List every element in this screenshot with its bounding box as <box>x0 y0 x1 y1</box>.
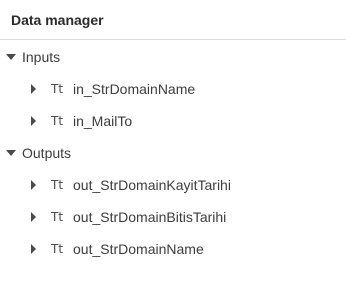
panel-header: Data manager <box>0 0 346 40</box>
text-type-icon: Tt <box>51 82 64 96</box>
chevron-right-icon[interactable] <box>31 84 36 94</box>
tree-group-inputs[interactable]: Inputs <box>0 41 346 73</box>
group-label: Inputs <box>22 49 61 65</box>
tree-item-label: out_StrDomainName <box>73 241 204 257</box>
tree-item[interactable]: Tt out_StrDomainKayitTarihi <box>0 169 346 201</box>
data-manager-panel: Data manager Inputs Tt in_StrDomainName … <box>0 0 346 292</box>
chevron-right-icon[interactable] <box>31 116 36 126</box>
group-label: Outputs <box>22 145 72 161</box>
variables-tree: Inputs Tt in_StrDomainName Tt in_MailTo … <box>0 40 346 265</box>
chevron-right-icon[interactable] <box>31 180 36 190</box>
tree-group-outputs[interactable]: Outputs <box>0 137 346 169</box>
text-type-icon: Tt <box>51 210 64 224</box>
text-type-icon: Tt <box>51 114 64 128</box>
tree-item[interactable]: Tt in_MailTo <box>0 105 346 137</box>
chevron-right-icon[interactable] <box>31 244 36 254</box>
tree-item-label: in_MailTo <box>73 113 133 129</box>
tree-item[interactable]: Tt out_StrDomainBitisTarihi <box>0 201 346 233</box>
tree-item-label: in_StrDomainName <box>73 81 196 97</box>
text-type-icon: Tt <box>51 242 64 256</box>
panel-title: Data manager <box>11 11 104 28</box>
chevron-down-icon[interactable] <box>6 54 16 60</box>
tree-item[interactable]: Tt in_StrDomainName <box>0 73 346 105</box>
chevron-down-icon[interactable] <box>6 150 16 156</box>
tree-item[interactable]: Tt out_StrDomainName <box>0 233 346 265</box>
tree-item-label: out_StrDomainBitisTarihi <box>73 209 227 225</box>
text-type-icon: Tt <box>51 178 64 192</box>
chevron-right-icon[interactable] <box>31 212 36 222</box>
tree-item-label: out_StrDomainKayitTarihi <box>73 177 231 193</box>
